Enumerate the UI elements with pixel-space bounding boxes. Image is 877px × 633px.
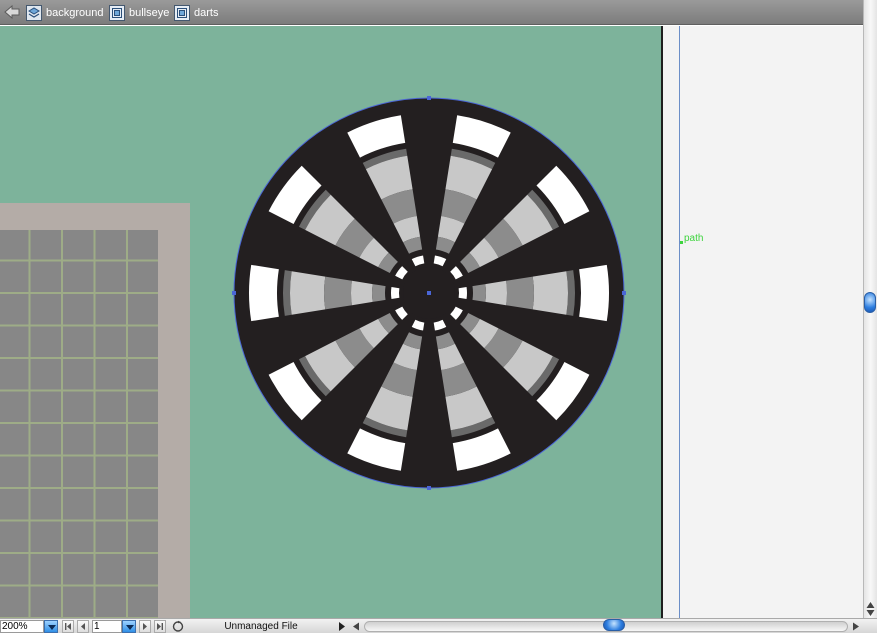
refresh-icon: [172, 620, 184, 632]
selection-handle: [427, 486, 431, 490]
selection-handle: [427, 291, 431, 295]
inner-light-segment: [485, 280, 508, 306]
selection-handle: [622, 291, 626, 295]
breadcrumb-label: bullseye: [129, 6, 170, 19]
selection-handle: [427, 96, 431, 100]
inner-white-segment: [458, 287, 468, 299]
vertical-scroll-thumb[interactable]: [864, 292, 876, 313]
path-anchor-point[interactable]: [680, 241, 683, 244]
scroll-up-arrow-icon[interactable]: [866, 601, 875, 609]
breadcrumb-bullseye[interactable]: bullseye: [109, 0, 169, 25]
next-page-icon: [143, 623, 147, 630]
triple-ring-segment: [372, 284, 386, 302]
zoom-dropdown-button[interactable]: [44, 620, 58, 633]
breadcrumb-bar: background bullseye darts: [0, 0, 877, 25]
selection-handle: [232, 291, 236, 295]
guide-line: [679, 26, 680, 618]
outer-white-segment: [249, 264, 279, 322]
inner-white-segment: [391, 287, 400, 299]
symbol-instance-icon: [174, 4, 190, 21]
middle-segment: [506, 276, 534, 310]
dartboard[interactable]: [0, 26, 662, 618]
horizontal-scroll-thumb[interactable]: [603, 619, 625, 631]
breadcrumb-label: background: [46, 6, 104, 19]
play-triangle-icon: [339, 622, 345, 631]
file-status-text: Unmanaged File: [224, 621, 298, 632]
last-page-icon: [157, 623, 163, 630]
last-page-button[interactable]: [154, 620, 166, 633]
status-bar: 200% 1 Unmanaged File: [0, 618, 877, 633]
breadcrumb-label: darts: [194, 6, 219, 19]
first-page-button[interactable]: [62, 620, 74, 633]
symbol-instance-icon: [109, 4, 125, 21]
breadcrumb-background[interactable]: background: [26, 0, 104, 25]
previous-page-button[interactable]: [77, 620, 89, 633]
triple-ring-segment: [472, 284, 486, 302]
zoom-field[interactable]: 200%: [0, 620, 44, 633]
breadcrumb-darts[interactable]: darts: [174, 0, 218, 25]
outer-light-segment: [290, 271, 326, 315]
pasteboard: [663, 26, 863, 618]
scroll-right-arrow-icon[interactable]: [851, 622, 860, 631]
scroll-down-arrow-icon[interactable]: [866, 609, 875, 617]
outer-white-segment: [579, 264, 609, 322]
first-page-icon: [65, 623, 71, 630]
layer-stack-icon: [26, 4, 42, 21]
page-status-button[interactable]: [171, 620, 185, 633]
status-menu-button[interactable]: [337, 620, 347, 633]
back-arrow-icon[interactable]: [4, 5, 20, 19]
page-number-field[interactable]: 1: [92, 620, 122, 633]
previous-page-icon: [81, 623, 85, 630]
next-page-button[interactable]: [139, 620, 151, 633]
path-label: path: [684, 233, 704, 244]
outer-light-segment: [532, 271, 569, 315]
page-dropdown-button[interactable]: [122, 620, 136, 633]
inner-light-segment: [351, 280, 373, 306]
stage-canvas[interactable]: [0, 26, 662, 618]
middle-segment: [324, 276, 352, 310]
scroll-left-arrow-icon[interactable]: [352, 622, 361, 631]
